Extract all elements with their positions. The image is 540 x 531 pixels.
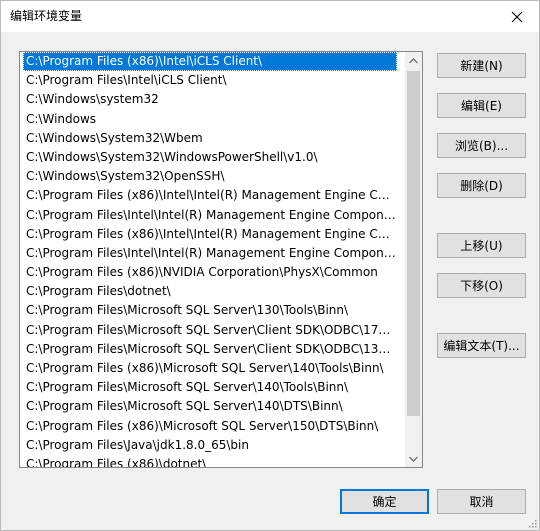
close-button[interactable]: [495, 1, 539, 32]
scroll-thumb[interactable]: [407, 71, 420, 416]
list-item[interactable]: C:\Program Files\Microsoft SQL Server\14…: [23, 397, 397, 416]
resize-grip-icon[interactable]: [527, 518, 537, 528]
list-item[interactable]: C:\Windows\System32\OpenSSH\: [23, 167, 397, 186]
list-item[interactable]: C:\Program Files (x86)\Intel\iCLS Client…: [23, 52, 397, 72]
ok-button[interactable]: 确定: [340, 489, 429, 514]
chevron-down-icon: [409, 456, 418, 462]
path-list-items: C:\Program Files (x86)\Intel\iCLS Client…: [20, 52, 403, 467]
list-item[interactable]: C:\Program Files\Microsoft SQL Server\Cl…: [23, 321, 397, 340]
path-list[interactable]: C:\Program Files (x86)\Intel\iCLS Client…: [19, 51, 423, 468]
chevron-up-icon: [409, 57, 418, 63]
title-bar: 编辑环境变量: [1, 1, 539, 32]
move-down-button[interactable]: 下移(O): [437, 273, 526, 298]
list-item[interactable]: C:\Program Files (x86)\Intel\Intel(R) Ma…: [23, 225, 397, 244]
vertical-scrollbar[interactable]: [405, 52, 422, 467]
list-item[interactable]: C:\Program Files\Microsoft SQL Server\13…: [23, 301, 397, 320]
list-item[interactable]: C:\Windows\system32: [23, 90, 397, 109]
list-item[interactable]: C:\Windows: [23, 110, 397, 129]
list-item[interactable]: C:\Program Files (x86)\Microsoft SQL Ser…: [23, 359, 397, 378]
delete-button[interactable]: 删除(D): [437, 173, 526, 198]
list-item[interactable]: C:\Program Files\Java\jdk1.8.0_65\bin: [23, 436, 397, 455]
edit-button[interactable]: 编辑(E): [437, 93, 526, 118]
list-item[interactable]: C:\Windows\System32\WindowsPowerShell\v1…: [23, 148, 397, 167]
list-item[interactable]: C:\Program Files\Microsoft SQL Server\14…: [23, 378, 397, 397]
list-item[interactable]: C:\Windows\System32\Wbem: [23, 129, 397, 148]
move-up-button[interactable]: 上移(U): [437, 233, 526, 258]
scroll-down-button[interactable]: [405, 450, 422, 467]
list-item[interactable]: C:\Program Files (x86)\Intel\Intel(R) Ma…: [23, 186, 397, 205]
list-item[interactable]: C:\Program Files (x86)\dotnet\: [23, 455, 397, 467]
edit-env-variable-dialog: 编辑环境变量 C:\Program Files (x86)\Intel\iCLS…: [0, 0, 540, 531]
scroll-up-button[interactable]: [405, 52, 422, 69]
window-title: 编辑环境变量: [10, 9, 83, 23]
list-item[interactable]: C:\Program Files\dotnet\: [23, 282, 397, 301]
list-item[interactable]: C:\Program Files\Intel\Intel(R) Manageme…: [23, 206, 397, 225]
list-item[interactable]: C:\Program Files\Intel\iCLS Client\: [23, 71, 397, 90]
new-button[interactable]: 新建(N): [437, 53, 526, 78]
browse-button[interactable]: 浏览(B)...: [437, 133, 526, 158]
cancel-button[interactable]: 取消: [437, 489, 526, 514]
list-item[interactable]: C:\Program Files\Microsoft SQL Server\Cl…: [23, 340, 397, 359]
list-item[interactable]: C:\Program Files (x86)\NVIDIA Corporatio…: [23, 263, 397, 282]
list-item[interactable]: C:\Program Files\Intel\Intel(R) Manageme…: [23, 244, 397, 263]
edit-text-button[interactable]: 编辑文本(T)...: [437, 333, 526, 358]
list-item[interactable]: C:\Program Files (x86)\Microsoft SQL Ser…: [23, 417, 397, 436]
close-icon: [511, 11, 523, 22]
